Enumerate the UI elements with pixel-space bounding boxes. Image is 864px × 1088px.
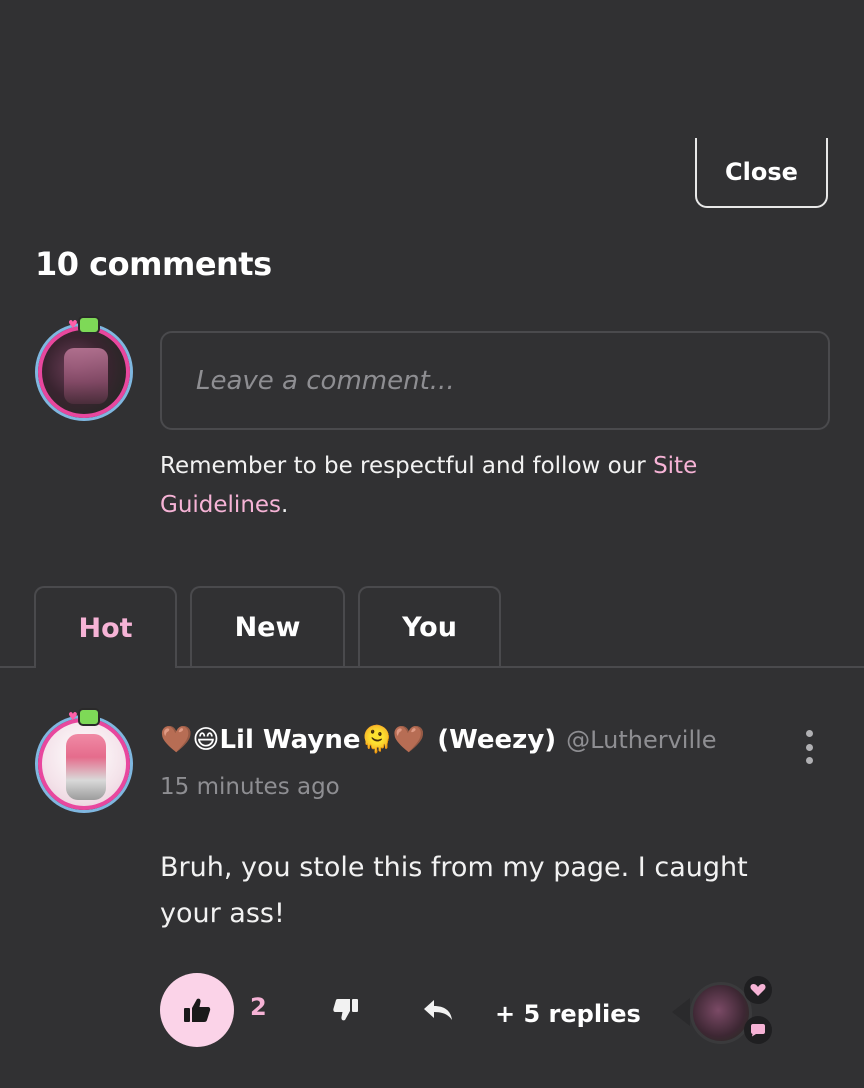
- reply-participants[interactable]: [670, 976, 780, 1048]
- tab-new[interactable]: New: [190, 586, 345, 666]
- comments-panel: Close 10 comments ♥ Remember to be respe…: [0, 0, 864, 1088]
- pointer-arrow: [672, 998, 690, 1026]
- guidelines-text: Remember to be respectful and follow our: [160, 453, 654, 479]
- chat-bubble-icon: [744, 1016, 772, 1044]
- comments-count-title: 10 comments: [35, 245, 272, 283]
- comment-author[interactable]: 🤎😄 Lil Wayne 🫠🤎 (Weezy) @Lutherville: [160, 725, 717, 755]
- reply-author-avatar: [690, 982, 752, 1044]
- author-emoji-prefix: 🤎😄: [160, 725, 220, 755]
- guidelines-notice: Remember to be respectful and follow our…: [160, 447, 800, 525]
- close-button[interactable]: Close: [695, 138, 828, 208]
- like-button[interactable]: [160, 973, 234, 1047]
- thumbs-down-icon: [333, 999, 358, 1021]
- more-options-icon[interactable]: [800, 730, 818, 764]
- frog-badge-icon: [78, 316, 100, 334]
- comment-input[interactable]: [160, 331, 830, 430]
- heart-badge-icon: ♥: [68, 318, 78, 331]
- current-user-avatar[interactable]: [38, 326, 130, 418]
- avatar-image: [66, 734, 106, 800]
- like-count: 2: [250, 993, 267, 1021]
- author-nickname: (Weezy): [437, 725, 557, 755]
- view-replies-link[interactable]: + 5 replies: [495, 1000, 641, 1028]
- author-emoji-suffix: 🫠🤎: [360, 725, 426, 755]
- comment-timestamp: 15 minutes ago: [160, 774, 340, 800]
- comment-author-avatar[interactable]: [38, 718, 130, 810]
- heart-badge-icon: ♥: [68, 710, 78, 723]
- reply-arrow-icon: [424, 1000, 452, 1020]
- comment-sort-tabs: Hot New You: [0, 586, 864, 668]
- guidelines-period: .: [281, 492, 289, 518]
- frog-badge-icon: [78, 708, 100, 726]
- heart-icon: [744, 976, 772, 1004]
- author-name: Lil Wayne: [219, 725, 361, 755]
- thumbs-up-icon: [184, 998, 211, 1022]
- tab-hot[interactable]: Hot: [34, 586, 177, 668]
- tab-you[interactable]: You: [358, 586, 501, 666]
- dislike-button[interactable]: [326, 990, 366, 1030]
- comment-body: Bruh, you stole this from my page. I cau…: [160, 852, 748, 929]
- author-handle[interactable]: @Lutherville: [566, 726, 716, 754]
- avatar-image: [64, 348, 108, 404]
- reply-button[interactable]: [416, 990, 460, 1030]
